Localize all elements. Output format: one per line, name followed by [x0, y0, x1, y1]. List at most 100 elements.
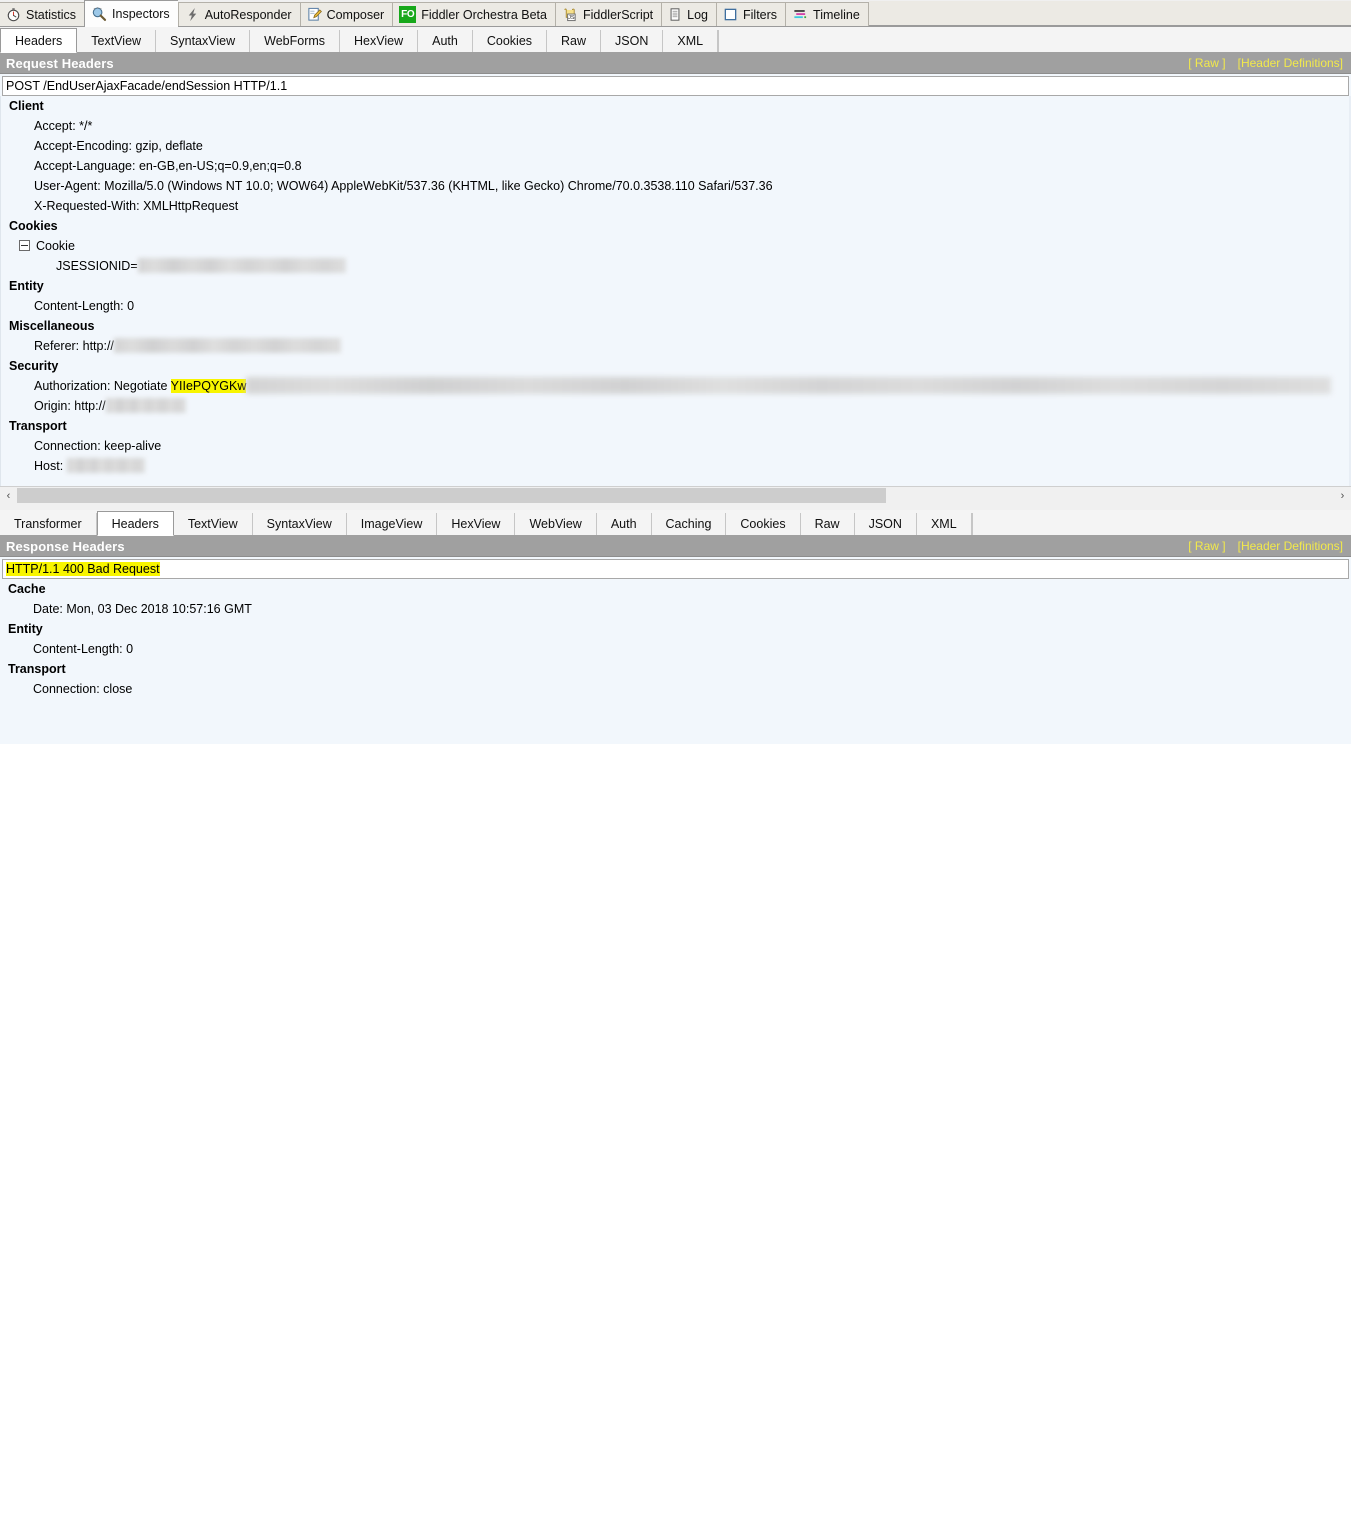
- main-tab-log[interactable]: Log: [661, 2, 717, 26]
- scroll-left-arrow-icon[interactable]: ‹: [0, 487, 17, 504]
- main-tab-filters[interactable]: Filters: [716, 2, 786, 26]
- main-tab-composer[interactable]: Composer: [299, 2, 393, 26]
- tab-label: TextView: [91, 34, 142, 48]
- host-label: Host:: [34, 459, 67, 473]
- tab-label: Raw: [561, 34, 587, 48]
- request-tabstrip: Headers TextView SyntaxView WebForms Hex…: [0, 27, 1351, 53]
- response-tab-webview[interactable]: WebView: [515, 513, 597, 535]
- response-tab-xml[interactable]: XML: [916, 513, 972, 535]
- response-headers-section-bar: Response Headers [ Raw ] [Header Definit…: [0, 536, 1351, 557]
- response-headers-tree[interactable]: Cache Date: Mon, 03 Dec 2018 10:57:16 GM…: [0, 579, 1351, 744]
- bottom-filler: [0, 744, 1351, 1516]
- main-tabstrip-filler: [868, 1, 1351, 26]
- request-horizontal-scrollbar[interactable]: ‹ ›: [0, 486, 1351, 504]
- response-group-transport[interactable]: Transport: [0, 659, 1351, 679]
- header-row-accept-encoding[interactable]: Accept-Encoding: gzip, deflate: [1, 136, 1351, 156]
- request-line-wrap: POST /EndUserAjaxFacade/endSession HTTP/…: [0, 74, 1351, 96]
- header-row-jsessionid[interactable]: JSESSIONID=: [1, 256, 1351, 276]
- scrollbar-track[interactable]: [17, 487, 1334, 504]
- header-row-authorization[interactable]: Authorization: Negotiate YIIePQYGKw: [1, 376, 1351, 396]
- response-tab-hexview[interactable]: HexView: [437, 513, 516, 535]
- main-tab-inspectors[interactable]: Inspectors: [84, 0, 178, 27]
- header-row-accept-language[interactable]: Accept-Language: en-GB,en-US;q=0.9,en;q=…: [1, 156, 1351, 176]
- request-tab-webforms[interactable]: WebForms: [250, 30, 341, 52]
- header-group-security[interactable]: Security: [1, 356, 1351, 376]
- tab-label: ImageView: [360, 517, 423, 531]
- request-tab-json[interactable]: JSON: [601, 30, 664, 52]
- main-tab-statistics[interactable]: Statistics: [0, 2, 85, 26]
- scrollbar-thumb[interactable]: [17, 488, 887, 503]
- response-group-entity[interactable]: Entity: [0, 619, 1351, 639]
- header-group-entity[interactable]: Entity: [1, 276, 1351, 296]
- main-tab-autoresponder[interactable]: AutoResponder: [177, 2, 300, 26]
- request-tab-xml[interactable]: XML: [663, 30, 719, 52]
- request-raw-link[interactable]: [ Raw ]: [1188, 56, 1225, 70]
- response-row-connection[interactable]: Connection: close: [0, 679, 1351, 699]
- header-row-content-length[interactable]: Content-Length: 0: [1, 296, 1351, 316]
- redacted-host-value: [66, 458, 145, 474]
- request-tab-raw[interactable]: Raw: [547, 30, 602, 52]
- response-tab-syntaxview[interactable]: SyntaxView: [252, 513, 347, 535]
- response-tab-cookies[interactable]: Cookies: [726, 513, 801, 535]
- request-header-definitions-link[interactable]: [Header Definitions]: [1238, 56, 1343, 70]
- lightning-bolt-icon: [185, 7, 200, 22]
- header-group-cookies[interactable]: Cookies: [1, 216, 1351, 236]
- request-tab-headers[interactable]: Headers: [0, 28, 78, 53]
- checkbox-empty-icon: [723, 7, 738, 22]
- response-tabstrip: Transformer Headers TextView SyntaxView …: [0, 510, 1351, 536]
- header-node-cookie[interactable]: Cookie: [1, 236, 1351, 256]
- header-group-miscellaneous[interactable]: Miscellaneous: [1, 316, 1351, 336]
- request-line-field[interactable]: POST /EndUserAjaxFacade/endSession HTTP/…: [2, 76, 1349, 96]
- response-tab-auth[interactable]: Auth: [596, 513, 652, 535]
- jsessionid-label: JSESSIONID=: [56, 259, 138, 273]
- header-row-origin[interactable]: Origin: http://: [1, 396, 1351, 416]
- referer-label: Referer: http://: [34, 339, 114, 353]
- response-tab-json[interactable]: JSON: [854, 513, 917, 535]
- header-row-accept[interactable]: Accept: */*: [1, 116, 1351, 136]
- main-tab-label: Filters: [743, 7, 778, 22]
- request-tab-hexview[interactable]: HexView: [340, 30, 419, 52]
- cookie-node-label: Cookie: [36, 239, 75, 253]
- main-tab-label: Fiddler Orchestra Beta: [421, 7, 547, 22]
- main-tabstrip: Statistics Inspectors AutoResponder Comp…: [0, 0, 1351, 27]
- main-tab-fiddler-orchestra-beta[interactable]: FO Fiddler Orchestra Beta: [392, 2, 555, 26]
- request-tab-syntaxview[interactable]: SyntaxView: [156, 30, 251, 52]
- response-tab-headers[interactable]: Headers: [96, 511, 174, 536]
- response-row-content-length[interactable]: Content-Length: 0: [0, 639, 1351, 659]
- response-status-line-field[interactable]: HTTP/1.1 400 Bad Request: [2, 559, 1349, 579]
- request-headers-links: [ Raw ] [Header Definitions]: [1188, 56, 1343, 70]
- pencil-notepad-icon: [307, 7, 322, 22]
- response-group-cache[interactable]: Cache: [0, 579, 1351, 599]
- response-tab-caching[interactable]: Caching: [651, 513, 727, 535]
- header-row-host[interactable]: Host:: [1, 456, 1351, 476]
- request-tab-cookies[interactable]: Cookies: [472, 30, 548, 52]
- response-header-definitions-link[interactable]: [Header Definitions]: [1238, 539, 1343, 553]
- header-row-x-requested-with[interactable]: X-Requested-With: XMLHttpRequest: [1, 196, 1351, 216]
- main-tab-label: Timeline: [813, 7, 860, 22]
- tab-label: WebForms: [264, 34, 326, 48]
- header-group-client[interactable]: Client: [1, 96, 1351, 116]
- header-row-referer[interactable]: Referer: http://: [1, 336, 1351, 356]
- request-headers-tree[interactable]: Client Accept: */* Accept-Encoding: gzip…: [0, 96, 1351, 486]
- response-status-line-wrap: HTTP/1.1 400 Bad Request: [0, 557, 1351, 579]
- response-tab-textview[interactable]: TextView: [173, 513, 253, 535]
- header-group-transport[interactable]: Transport: [1, 416, 1351, 436]
- request-tab-textview[interactable]: TextView: [77, 30, 157, 52]
- js-scroll-icon: JS: [562, 7, 578, 22]
- header-row-connection[interactable]: Connection: keep-alive: [1, 436, 1351, 456]
- response-tab-imageview[interactable]: ImageView: [346, 513, 438, 535]
- tab-label: WebView: [529, 517, 582, 531]
- document-lines-icon: [668, 7, 682, 22]
- tab-label: SyntaxView: [266, 517, 332, 531]
- scroll-right-arrow-icon[interactable]: ›: [1334, 487, 1351, 504]
- collapse-expander-icon[interactable]: [19, 240, 30, 252]
- response-raw-link[interactable]: [ Raw ]: [1188, 539, 1225, 553]
- redacted-authorization-value: [246, 377, 1332, 395]
- response-tab-transformer[interactable]: Transformer: [0, 513, 97, 535]
- response-row-date[interactable]: Date: Mon, 03 Dec 2018 10:57:16 GMT: [0, 599, 1351, 619]
- main-tab-fiddlerscript[interactable]: JS FiddlerScript: [554, 2, 662, 26]
- response-tab-raw[interactable]: Raw: [800, 513, 855, 535]
- main-tab-timeline[interactable]: Timeline: [785, 2, 869, 26]
- request-tab-auth[interactable]: Auth: [418, 30, 473, 52]
- header-row-user-agent[interactable]: User-Agent: Mozilla/5.0 (Windows NT 10.0…: [1, 176, 1351, 196]
